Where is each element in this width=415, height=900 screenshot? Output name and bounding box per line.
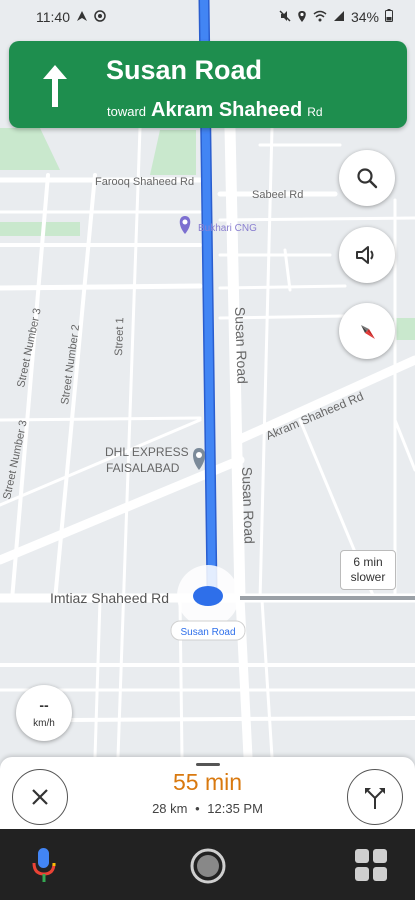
compass-button[interactable] <box>339 303 395 359</box>
map-label-dhl2: FAISALABAD <box>106 461 180 475</box>
search-icon <box>357 168 378 189</box>
map-label-farooq: Farooq Shaheed Rd <box>95 176 194 188</box>
sheet-drag-handle[interactable] <box>196 763 220 766</box>
trip-separator: • <box>195 801 200 816</box>
map-label-dhl1: DHL EXPRESS <box>105 445 189 459</box>
location-icon <box>297 10 307 25</box>
home-icon[interactable] <box>189 847 227 890</box>
system-navigation-bar <box>0 829 415 900</box>
navigation-instruction-banner[interactable]: Susan Road toward Akram Shaheed Rd <box>9 41 407 128</box>
svg-text:Susan Road: Susan Road <box>180 627 235 638</box>
trip-distance: 28 km <box>152 801 188 816</box>
alternate-routes-button[interactable] <box>347 769 403 825</box>
status-time: 11:40 <box>36 9 70 25</box>
battery-percent: 34% <box>350 9 379 25</box>
map-label-sabeel: Sabeel Rd <box>252 189 303 201</box>
instruction-toward-line: toward Akram Shaheed Rd <box>107 99 323 122</box>
microphone-icon[interactable] <box>30 846 58 889</box>
signal-icon <box>333 10 345 25</box>
navigation-icon <box>76 10 88 25</box>
map-label-street1: Street 1 <box>113 317 126 356</box>
speedometer[interactable]: -- km/h <box>16 685 72 741</box>
globe-icon <box>94 9 106 25</box>
sound-button[interactable] <box>339 227 395 283</box>
current-road-chip: Susan Road <box>170 620 246 641</box>
search-button[interactable] <box>339 150 395 206</box>
map-label-imtiaz: Imtiaz Shaheed Rd <box>50 590 169 606</box>
fork-route-icon <box>365 788 385 809</box>
status-bar: 11:40 34% <box>0 0 415 34</box>
alternate-route-callout[interactable]: 6 min slower <box>340 550 396 590</box>
speed-unit: km/h <box>33 718 55 729</box>
arrow-up-icon <box>35 63 75 109</box>
instruction-street-name: Susan Road <box>106 55 263 85</box>
trip-summary-sheet[interactable]: 55 min 28 km • 12:35 PM <box>0 757 415 829</box>
map-label-bukhari: Bukhari CNG <box>198 223 257 234</box>
compass-icon <box>361 325 375 339</box>
battery-icon <box>385 9 393 25</box>
speed-value: -- <box>39 697 49 713</box>
app-grid-icon[interactable] <box>354 848 388 887</box>
wifi-icon <box>313 10 327 25</box>
toward-street-suffix: Rd <box>307 105 323 119</box>
current-location-puck <box>193 586 223 606</box>
volume-icon <box>356 246 374 264</box>
toward-street-name: Akram Shaheed <box>151 99 303 121</box>
map-label-susan-upper: Susan Road <box>232 307 251 385</box>
callout-comparison: slower <box>350 570 386 584</box>
map-label-susan-lower: Susan Road <box>239 467 258 545</box>
mute-icon <box>279 9 291 25</box>
toward-label: toward <box>107 104 147 119</box>
park-area <box>0 222 80 236</box>
arrival-time: 12:35 PM <box>207 801 263 816</box>
callout-time: 6 min <box>353 555 383 569</box>
